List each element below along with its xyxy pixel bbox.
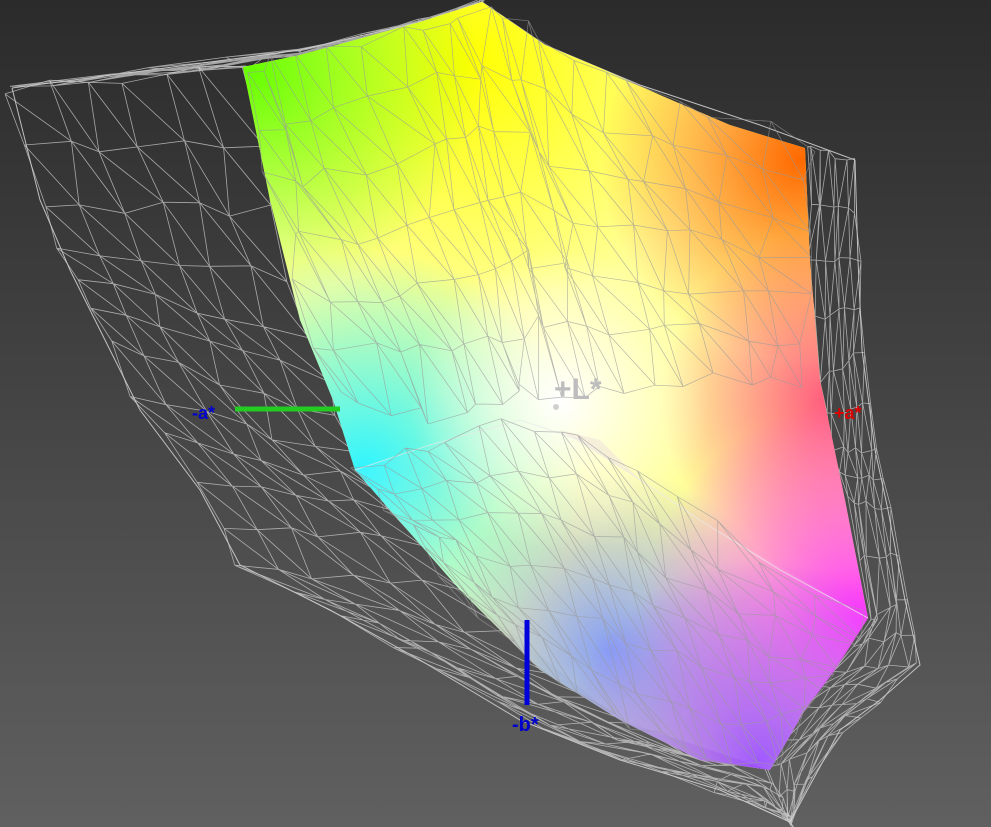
label-plus-a: +a* (834, 403, 862, 423)
label-minus-b: -b* (512, 714, 539, 736)
label-plus-l: +L* (554, 373, 602, 406)
gamut-3d-view: +L* -a* +a* -b* (4, 0, 921, 827)
label-minus-a: -a* (192, 403, 215, 423)
